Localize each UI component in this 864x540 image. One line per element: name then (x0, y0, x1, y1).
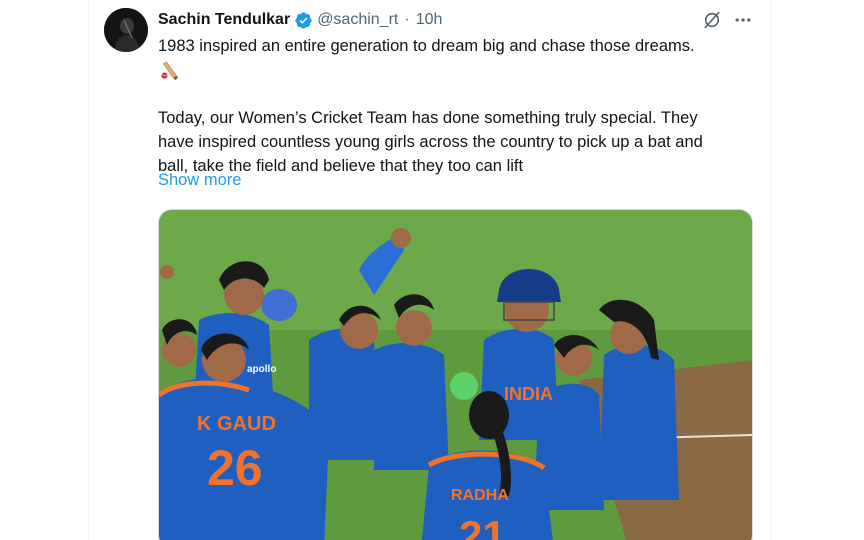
verified-badge-icon[interactable] (294, 11, 313, 30)
cricket-bat-ball-icon (161, 60, 179, 80)
jersey-number-1: 26 (207, 440, 263, 496)
tweet-text-line: ball, take the field and believe that th… (158, 157, 524, 175)
tweet-text-emoji-line (158, 58, 758, 82)
team-celebration-photo: K GAUD 26 RADHA 21 INDIA apollo (159, 210, 752, 540)
show-more-link[interactable]: Show more (158, 171, 241, 190)
jersey-name-1: K GAUD (197, 413, 276, 435)
tweet-media-photo[interactable]: K GAUD 26 RADHA 21 INDIA apollo (158, 209, 753, 540)
tweet-text-line: have inspired countless young girls acro… (158, 133, 703, 151)
tweet-header: Sachin Tendulkar @sachin_rt · 10h (158, 9, 442, 31)
tweet-text-line: 1983 inspired an entire generation to dr… (158, 37, 695, 55)
jersey-name-2: RADHA (451, 487, 509, 504)
author-avatar[interactable] (104, 8, 148, 52)
tweet-timestamp[interactable]: 10h (416, 11, 443, 29)
more-options-icon[interactable] (733, 10, 753, 30)
author-display-name[interactable]: Sachin Tendulkar (158, 11, 290, 29)
meta-separator: · (404, 11, 410, 28)
jersey-sponsor-text: apollo (247, 364, 276, 375)
right-gutter (772, 0, 864, 540)
jersey-chest-text: INDIA (504, 384, 553, 404)
avatar-image (104, 8, 148, 52)
tweet-text-line: Today, our Women’s Cricket Team has done… (158, 109, 698, 127)
tweet-body: 1983 inspired an entire generation to dr… (158, 34, 758, 178)
author-handle[interactable]: @sachin_rt (317, 11, 398, 29)
left-gutter (0, 0, 88, 540)
grok-icon[interactable] (702, 10, 722, 30)
jersey-number-2: 21 (459, 512, 506, 540)
